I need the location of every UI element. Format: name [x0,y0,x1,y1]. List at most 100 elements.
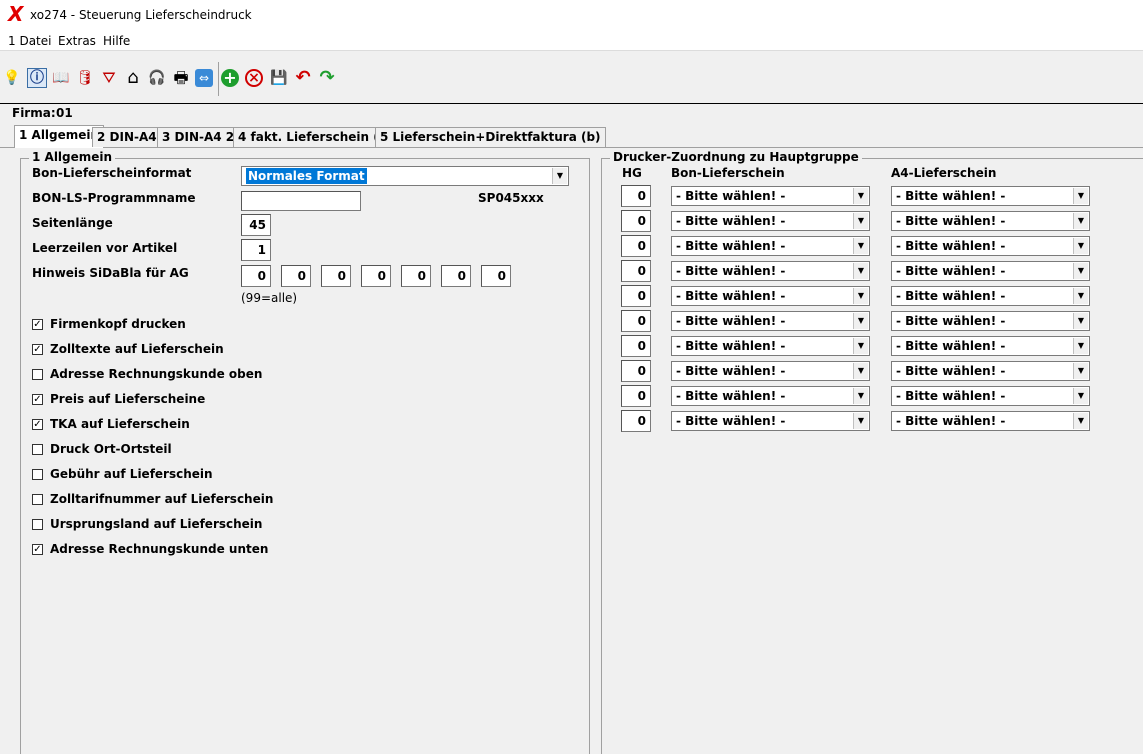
toolbar-separator [218,62,219,96]
checkbox[interactable]: ✓ [32,318,43,330]
a4-printer-select[interactable]: - Bitte wählen! - ▼ [891,236,1090,256]
checkbox[interactable]: ✓ [32,393,43,405]
checkbox-row[interactable]: Zolltarifnummer auf Lieferschein [32,491,273,507]
checkbox-row[interactable]: Druck Ort-Ortsteil [32,441,172,457]
checkbox[interactable]: ✓ [32,543,43,555]
database-icon[interactable]: 🛢 [75,68,95,88]
hg-input[interactable]: 0 [621,210,651,232]
tab-fakt-lieferschein[interactable]: 4 fakt. Lieferschein (a) [233,127,398,147]
save-icon[interactable]: 💾 [269,68,289,88]
menu-hilfe[interactable]: Hilfe [103,34,130,48]
hg-input[interactable]: 0 [621,360,651,382]
a4-printer-select[interactable]: - Bitte wählen! - ▼ [891,336,1090,356]
hinweis-input-2[interactable]: 0 [281,265,311,287]
bon-printer-select[interactable]: - Bitte wählen! - ▼ [671,286,870,306]
chevron-down-icon: ▼ [853,413,868,429]
hg-input[interactable]: 0 [621,410,651,432]
leerzeilen-input[interactable]: 1 [241,239,271,261]
hinweis-input-5[interactable]: 0 [401,265,431,287]
hinweis-input-4[interactable]: 0 [361,265,391,287]
bon-printer-select[interactable]: - Bitte wählen! - ▼ [671,186,870,206]
a4-printer-value: - Bitte wählen! - [896,214,1006,228]
cancel-icon[interactable]: × [245,69,263,87]
tab-din-a4-2[interactable]: 3 DIN-A4 2 [157,127,240,147]
hg-input[interactable]: 0 [621,385,651,407]
bon-printer-select[interactable]: - Bitte wählen! - ▼ [671,361,870,381]
undo-icon[interactable]: ↶ [293,68,313,88]
redo-icon[interactable]: ↷ [317,68,337,88]
menu-datei[interactable]: 1 Datei [8,34,51,48]
bon-printer-select[interactable]: - Bitte wählen! - ▼ [671,386,870,406]
bon-printer-select[interactable]: - Bitte wählen! - ▼ [671,311,870,331]
a4-printer-select[interactable]: - Bitte wählen! - ▼ [891,186,1090,206]
bon-printer-select[interactable]: - Bitte wählen! - ▼ [671,211,870,231]
hinweis-hint: (99=alle) [241,291,298,305]
link-icon[interactable]: ⇔ [195,69,213,87]
checkbox-row[interactable]: ✓ TKA auf Lieferschein [32,416,190,432]
a4-printer-select[interactable]: - Bitte wählen! - ▼ [891,311,1090,331]
bon-printer-value: - Bitte wählen! - [676,414,786,428]
book-icon[interactable]: 📖 [51,68,71,88]
checkbox[interactable] [32,468,43,480]
hinweis-input-1[interactable]: 0 [241,265,271,287]
checkbox-label: Preis auf Lieferscheine [50,392,206,406]
menu-bar: 1 Datei Extras Hilfe [0,30,1143,51]
hg-input[interactable]: 0 [621,235,651,257]
a4-printer-select[interactable]: - Bitte wählen! - ▼ [891,386,1090,406]
printer-icon[interactable]: 🖶 [171,68,191,88]
a4-printer-select[interactable]: - Bitte wählen! - ▼ [891,411,1090,431]
hg-input[interactable]: 0 [621,260,651,282]
checkbox[interactable]: ✓ [32,418,43,430]
bon-printer-value: - Bitte wählen! - [676,214,786,228]
add-icon[interactable]: + [221,69,239,87]
bon-format-select[interactable]: Normales Format ▼ [241,166,569,186]
checkbox-label: TKA auf Lieferschein [50,417,190,431]
title-bar: X xo274 - Steuerung Lieferscheindruck [0,0,1143,30]
bon-programm-input[interactable] [241,191,361,211]
a4-printer-value: - Bitte wählen! - [896,314,1006,328]
menu-extras[interactable]: Extras [58,34,96,48]
hinweis-input-6[interactable]: 0 [441,265,471,287]
hg-input[interactable]: 0 [621,285,651,307]
info-icon[interactable]: ⓘ [27,68,47,88]
checkbox-row[interactable]: Adresse Rechnungskunde oben [32,366,262,382]
chevron-down-icon: ▼ [853,188,868,204]
hg-input[interactable]: 0 [621,310,651,332]
bon-printer-select[interactable]: - Bitte wählen! - ▼ [671,411,870,431]
checkbox[interactable] [32,518,43,530]
checkbox-row[interactable]: ✓ Adresse Rechnungskunde unten [32,541,268,557]
checkbox-row[interactable]: ✓ Zolltexte auf Lieferschein [32,341,224,357]
hinweis-input-7[interactable]: 0 [481,265,511,287]
lightbulb-icon[interactable]: 💡 [2,68,22,88]
hinweis-input-3[interactable]: 0 [321,265,351,287]
checkbox[interactable]: ✓ [32,343,43,355]
hg-input[interactable]: 0 [621,335,651,357]
checkbox[interactable] [32,493,43,505]
hg-input[interactable]: 0 [621,185,651,207]
a4-printer-value: - Bitte wählen! - [896,364,1006,378]
seitenlaenge-input[interactable]: 45 [241,214,271,236]
tab-allgemein[interactable]: 1 Allgemein [14,125,105,148]
bon-printer-value: - Bitte wählen! - [676,189,786,203]
bon-printer-select[interactable]: - Bitte wählen! - ▼ [671,336,870,356]
tab-lieferschein-direktfaktura[interactable]: 5 Lieferschein+Direktfaktura (b) [375,127,606,147]
checkbox[interactable] [32,368,43,380]
a4-printer-select[interactable]: - Bitte wählen! - ▼ [891,286,1090,306]
checkbox-row[interactable]: ✓ Firmenkopf drucken [32,316,186,332]
checkbox-row[interactable]: Gebühr auf Lieferschein [32,466,213,482]
a4-printer-select[interactable]: - Bitte wählen! - ▼ [891,261,1090,281]
checkbox-label: Zolltarifnummer auf Lieferschein [50,492,274,506]
checkbox[interactable] [32,443,43,455]
checkbox-row[interactable]: Ursprungsland auf Lieferschein [32,516,262,532]
a4-printer-select[interactable]: - Bitte wählen! - ▼ [891,361,1090,381]
headset-icon[interactable]: 🎧 [147,68,167,88]
a4-printer-select[interactable]: - Bitte wählen! - ▼ [891,211,1090,231]
checkbox-row[interactable]: ✓ Preis auf Lieferscheine [32,391,205,407]
tab-din-a4[interactable]: 2 DIN-A4 [92,127,162,147]
bon-printer-select[interactable]: - Bitte wählen! - ▼ [671,236,870,256]
bon-printer-value: - Bitte wählen! - [676,364,786,378]
chevron-down-icon: ▼ [1073,413,1088,429]
filter-icon[interactable]: ⛛ [99,68,119,88]
bon-printer-select[interactable]: - Bitte wählen! - ▼ [671,261,870,281]
home-icon[interactable]: ⌂ [123,68,143,88]
